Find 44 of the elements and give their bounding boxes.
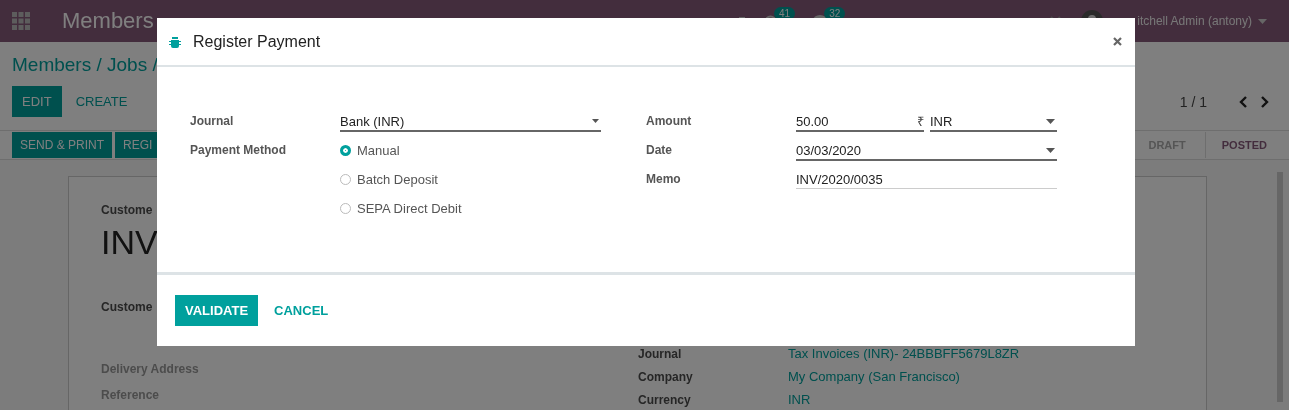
validate-button[interactable]: VALIDATE [175, 295, 259, 326]
radio-label[interactable]: Manual [357, 143, 400, 158]
status-stage[interactable]: POSTED [1204, 132, 1283, 158]
pager-counter: 1 / 1 [1179, 93, 1207, 110]
radio-label[interactable]: Batch Deposit [357, 172, 438, 187]
memo-field[interactable]: INV/2020/0035 [796, 171, 1057, 189]
radio-button[interactable] [340, 145, 351, 156]
close-icon[interactable] [1113, 37, 1122, 46]
field-label: Journal [190, 113, 235, 129]
field-link[interactable]: My Company (San Francisco) [788, 369, 960, 384]
app-title: Members [62, 8, 154, 34]
apps-menu-icon[interactable] [12, 12, 30, 30]
previous-icon[interactable] [1239, 95, 1247, 108]
journal-select[interactable]: Bank (INR) [340, 113, 601, 132]
dialog-title: Register Payment [193, 32, 321, 51]
caret-icon [1258, 18, 1267, 24]
field-label: Journal [638, 346, 683, 361]
field-label: Memo [646, 171, 682, 187]
field-label: Amount [646, 113, 693, 129]
next-icon[interactable] [1261, 95, 1269, 108]
bug-icon [169, 35, 181, 48]
radio-label[interactable]: SEPA Direct Debit [357, 201, 462, 216]
field-label: Custome [101, 203, 153, 217]
amount-field[interactable]: 50.00 ₹ [796, 113, 924, 132]
field-label: Currency [638, 392, 692, 407]
user-menu[interactable]: itchell Admin (antony) [1137, 14, 1252, 28]
cancel-button[interactable]: CANCEL [258, 295, 345, 326]
field-label: Custome [101, 300, 153, 314]
invoice-number: INV [101, 223, 158, 262]
field-link[interactable]: INR [788, 392, 811, 407]
radio-button[interactable] [340, 174, 351, 185]
create-button[interactable]: CREATE [61, 86, 142, 117]
caret-icon [1046, 118, 1055, 124]
action-button[interactable]: SEND & PRINT [12, 132, 112, 158]
caret-icon [592, 119, 599, 123]
edit-button[interactable]: EDIT [12, 86, 62, 117]
date-field[interactable]: 03/03/2020 [796, 142, 1057, 161]
radio-button[interactable] [340, 203, 351, 214]
field-label: Date [646, 142, 673, 158]
currency-select[interactable]: INR [930, 113, 1057, 132]
field-link[interactable]: Tax Invoices (INR)- 24BBBFF5679L8ZR [788, 346, 1020, 361]
field-label: Payment Method [190, 142, 287, 158]
field-label: Company [638, 369, 694, 384]
caret-icon [1046, 147, 1055, 153]
